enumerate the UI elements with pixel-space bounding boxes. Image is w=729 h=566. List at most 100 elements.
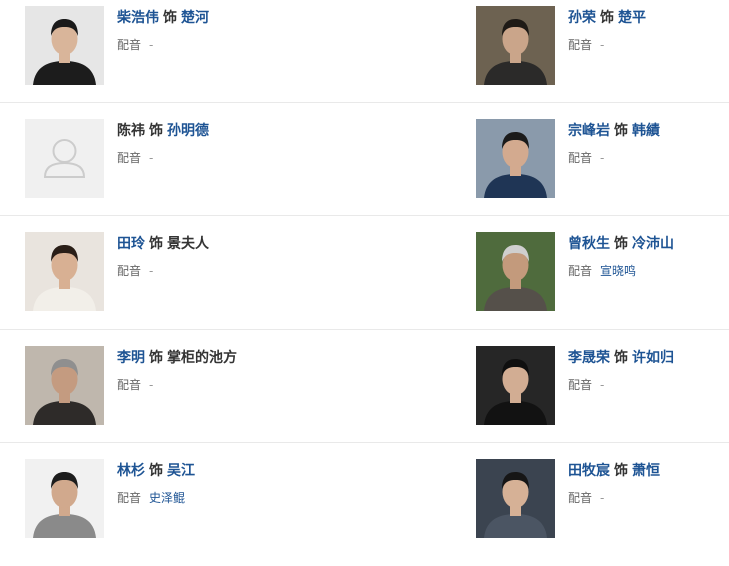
voice-actor-line: 配音 史泽鲲 [117,490,195,506]
actor-photo[interactable] [476,232,555,311]
role-name: 景夫人 [167,236,209,252]
actor-photo[interactable] [476,6,555,85]
role-name-link[interactable]: 孙明德 [167,123,209,139]
portrait-image [476,459,555,538]
actor-role-line: 孙荣饰楚平 [568,9,646,27]
role-separator: 饰 [149,463,163,479]
actor-name-link[interactable]: 李明 [117,350,145,366]
cast-info: 田牧宸饰萧恒 配音 - [568,462,660,506]
cast-info: 林杉饰吴江配音 史泽鲲 [117,462,195,506]
row-divider [0,215,729,216]
portrait-image [25,459,104,538]
actor-name-link[interactable]: 曾秋生 [568,236,610,252]
actor-photo[interactable] [476,459,555,538]
voice-actor-name-link[interactable]: 史泽鲲 [149,491,185,505]
actor-name-link[interactable]: 孙荣 [568,10,596,26]
cast-member-card: 宗峰岩饰韩績 配音 - [476,113,729,226]
voice-actor-label: 配音 [568,491,593,505]
actor-name-link[interactable]: 李晟荣 [568,350,610,366]
voice-actor-label: 配音 [568,378,593,392]
voice-actor-line: 配音 - [568,150,660,166]
voice-actor-line: 配音 - [117,263,209,279]
role-separator: 饰 [614,463,628,479]
role-name-link[interactable]: 许如归 [632,350,674,366]
voice-actor-name: - [149,38,154,52]
voice-actor-label: 配音 [117,38,142,52]
voice-actor-line: 配音 - [568,490,660,506]
voice-actor-name: - [149,151,154,165]
cast-info: 柴浩伟饰楚河 配音 - [117,9,209,53]
role-separator: 饰 [163,10,177,26]
actor-name-link[interactable]: 田牧宸 [568,463,610,479]
portrait-image [476,232,555,311]
actor-role-line: 李晟荣饰许如归 [568,349,674,367]
actor-role-line: 宗峰岩饰韩績 [568,122,660,140]
voice-actor-name: - [600,378,605,392]
actor-name-link[interactable]: 田玲 [117,236,145,252]
cast-info: 宗峰岩饰韩績 配音 - [568,122,660,166]
cast-info: 陈祎饰孙明德配音 - [117,122,209,166]
actor-photo-placeholder[interactable] [25,119,104,198]
cast-info: 李晟荣饰许如归 配音 - [568,349,674,393]
role-name-link[interactable]: 韩績 [632,123,660,139]
cast-info: 曾秋生饰冷沛山 配音 宣晓鸣 [568,235,674,279]
role-name-link[interactable]: 萧恒 [632,463,660,479]
actor-photo[interactable] [25,232,104,311]
cast-member-card: 陈祎饰孙明德配音 - [25,113,365,226]
cast-member-card: 林杉饰吴江配音 史泽鲲 [25,453,365,566]
voice-actor-label: 配音 [117,491,142,505]
actor-photo[interactable] [476,346,555,425]
voice-actor-name-link[interactable]: 宣晓鸣 [600,264,636,278]
role-name-link[interactable]: 楚河 [181,10,209,26]
cast-row: 林杉饰吴江 配音 史泽鲲 田牧宸饰萧恒 配音 - [0,453,729,566]
actor-photo[interactable] [25,6,104,85]
actor-name: 陈祎 [117,123,145,139]
role-name-link[interactable]: 吴江 [167,463,195,479]
voice-actor-label: 配音 [568,38,593,52]
cast-member-card: 柴浩伟饰楚河 配音 - [25,0,365,113]
voice-actor-line: 配音 - [568,377,674,393]
cast-row: 陈祎饰孙明德 配音 - 宗峰岩饰韩績 配音 - [0,113,729,226]
role-separator: 饰 [614,236,628,252]
actor-role-line: 曾秋生饰冷沛山 [568,235,674,253]
role-name-link[interactable]: 冷沛山 [632,236,674,252]
actor-role-line: 柴浩伟饰楚河 [117,9,209,27]
row-divider [0,442,729,443]
voice-actor-line: 配音 - [117,37,209,53]
actor-role-line: 田牧宸饰萧恒 [568,462,660,480]
voice-actor-name: - [600,491,605,505]
cast-member-card: 曾秋生饰冷沛山 配音 宣晓鸣 [476,226,729,339]
row-divider [0,102,729,103]
actor-photo[interactable] [25,459,104,538]
portrait-image [476,6,555,85]
default-avatar-icon [25,119,104,198]
cast-member-card: 李明饰掌柜的池方 配音 - [25,340,365,453]
role-separator: 饰 [614,350,628,366]
actor-photo[interactable] [476,119,555,198]
cast-info: 田玲饰景夫人 配音 - [117,235,209,279]
voice-actor-name: - [600,38,605,52]
role-separator: 饰 [149,123,163,139]
portrait-image [25,346,104,425]
voice-actor-label: 配音 [117,378,142,392]
voice-actor-name: - [600,151,605,165]
actor-name-link[interactable]: 林杉 [117,463,145,479]
actor-name-link[interactable]: 宗峰岩 [568,123,610,139]
actor-photo[interactable] [25,346,104,425]
cast-member-card: 田玲饰景夫人 配音 - [25,226,365,339]
cast-member-card: 田牧宸饰萧恒 配音 - [476,453,729,566]
cast-row: 李明饰掌柜的池方 配音 - 李晟荣饰许如归 配音 - [0,340,729,453]
voice-actor-label: 配音 [117,151,142,165]
role-separator: 饰 [149,350,163,366]
voice-actor-line: 配音 - [117,150,209,166]
cast-member-card: 孙荣饰楚平配音 - [476,0,729,113]
role-name-link[interactable]: 楚平 [618,10,646,26]
portrait-image [25,232,104,311]
cast-list: 柴浩伟饰楚河 配音 - 孙荣饰楚平 配音 - 陈祎饰孙明德 配音 - 宗峰岩饰韩績 配音 - 田玲饰景夫… [0,0,729,551]
actor-role-line: 林杉饰吴江 [117,462,195,480]
role-name: 掌柜的池方 [167,350,237,366]
role-separator: 饰 [600,10,614,26]
actor-name-link[interactable]: 柴浩伟 [117,10,159,26]
actor-role-line: 李明饰掌柜的池方 [117,349,237,367]
voice-actor-label: 配音 [117,264,142,278]
